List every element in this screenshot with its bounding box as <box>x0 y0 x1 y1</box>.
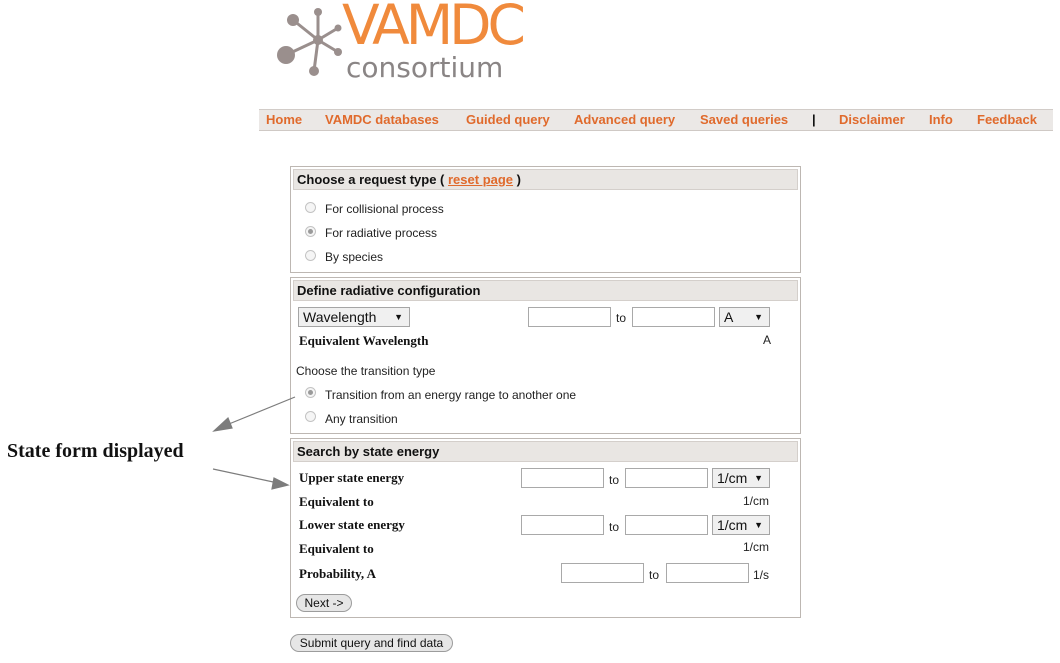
radio-transition-range-label: Transition from an energy range to anoth… <box>325 388 577 402</box>
nav-info[interactable]: Info <box>929 112 953 127</box>
radio-radiative-label: For radiative process <box>325 226 438 240</box>
quantity-select[interactable]: Wavelength ▼ <box>298 307 410 327</box>
equivalent-wavelength-unit: A <box>763 333 772 347</box>
state-energy-heading: Search by state energy <box>293 441 798 462</box>
equivalent-wavelength-label: Equivalent Wavelength <box>299 333 429 348</box>
nav-separator: | <box>812 112 816 127</box>
logo-subtitle: consortium <box>346 51 504 84</box>
lower-energy-unit-select[interactable]: 1/cm ▼ <box>712 515 770 535</box>
upper-energy-unit-select[interactable]: 1/cm ▼ <box>712 468 770 488</box>
wavelength-min-input[interactable] <box>528 307 611 327</box>
wavelength-max-input[interactable] <box>632 307 715 327</box>
radio-by-species[interactable] <box>305 250 316 261</box>
chevron-down-icon: ▼ <box>754 312 763 322</box>
probability-to-label: to <box>649 568 660 582</box>
reset-page-link[interactable]: reset page <box>448 172 513 187</box>
upper-equivalent-unit: 1/cm <box>743 494 770 508</box>
request-type-heading-close: ) <box>516 172 522 187</box>
upper-equivalent-label: Equivalent to <box>299 494 374 509</box>
lower-equivalent-unit: 1/cm <box>743 540 770 554</box>
wavelength-to-label: to <box>616 311 627 325</box>
request-type-heading-text: Choose a request type ( <box>297 172 445 187</box>
upper-energy-max-input[interactable] <box>625 468 708 488</box>
radio-by-species-label: By species <box>325 250 384 264</box>
radio-transition-range[interactable] <box>305 387 316 398</box>
molecule-icon <box>277 8 342 76</box>
nav-home[interactable]: Home <box>266 112 302 127</box>
probability-unit: 1/s <box>753 568 770 582</box>
radiative-config-heading: Define radiative configuration <box>293 280 798 301</box>
request-type-heading: Choose a request type ( reset page ) <box>293 169 798 190</box>
chevron-down-icon: ▼ <box>754 520 763 530</box>
lower-state-energy-label: Lower state energy <box>299 517 405 532</box>
upper-state-energy-label: Upper state energy <box>299 470 405 485</box>
radiative-config-panel: Define radiative configuration Wavelengt… <box>290 277 801 434</box>
lower-energy-max-input[interactable] <box>625 515 708 535</box>
probability-max-input[interactable] <box>666 563 749 583</box>
nav-saved-queries[interactable]: Saved queries <box>700 112 788 127</box>
radio-radiative[interactable] <box>305 226 316 237</box>
radio-collisional-label: For collisional process <box>325 202 444 216</box>
chevron-down-icon: ▼ <box>754 473 763 483</box>
logo-wordmark: VAMDC <box>342 0 526 57</box>
lower-energy-to-label: to <box>609 520 620 534</box>
radio-any-transition[interactable] <box>305 411 316 422</box>
nav-feedback[interactable]: Feedback <box>977 112 1037 127</box>
quantity-select-value: Wavelength <box>303 309 377 325</box>
upper-energy-unit-value: 1/cm <box>717 470 748 486</box>
radio-collisional[interactable] <box>305 202 316 213</box>
probability-min-input[interactable] <box>561 563 644 583</box>
state-energy-panel: Search by state energy Upper state energ… <box>290 438 801 618</box>
top-navigation: Home VAMDC databases Guided query Advanc… <box>259 109 1053 131</box>
annotation-label: State form displayed <box>7 440 184 462</box>
transition-type-prompt: Choose the transition type <box>296 364 436 378</box>
wavelength-unit-value: A <box>724 309 734 325</box>
probability-label: Probability, A <box>299 566 377 581</box>
chevron-down-icon: ▼ <box>394 312 403 322</box>
radio-any-transition-label: Any transition <box>325 412 398 426</box>
nav-disclaimer[interactable]: Disclaimer <box>839 112 905 127</box>
wavelength-unit-select[interactable]: A ▼ <box>719 307 770 327</box>
next-button[interactable]: Next -> <box>296 594 352 612</box>
submit-query-button[interactable]: Submit query and find data <box>290 634 453 652</box>
request-type-panel: Choose a request type ( reset page ) For… <box>290 166 801 273</box>
upper-energy-min-input[interactable] <box>521 468 604 488</box>
lower-energy-min-input[interactable] <box>521 515 604 535</box>
lower-equivalent-label: Equivalent to <box>299 541 374 556</box>
nav-guided-query[interactable]: Guided query <box>466 112 550 127</box>
vamdc-logo: VAMDC consortium <box>276 0 536 86</box>
nav-vamdc-databases[interactable]: VAMDC databases <box>325 112 439 127</box>
upper-energy-to-label: to <box>609 473 620 487</box>
nav-advanced-query[interactable]: Advanced query <box>574 112 675 127</box>
lower-energy-unit-value: 1/cm <box>717 517 748 533</box>
